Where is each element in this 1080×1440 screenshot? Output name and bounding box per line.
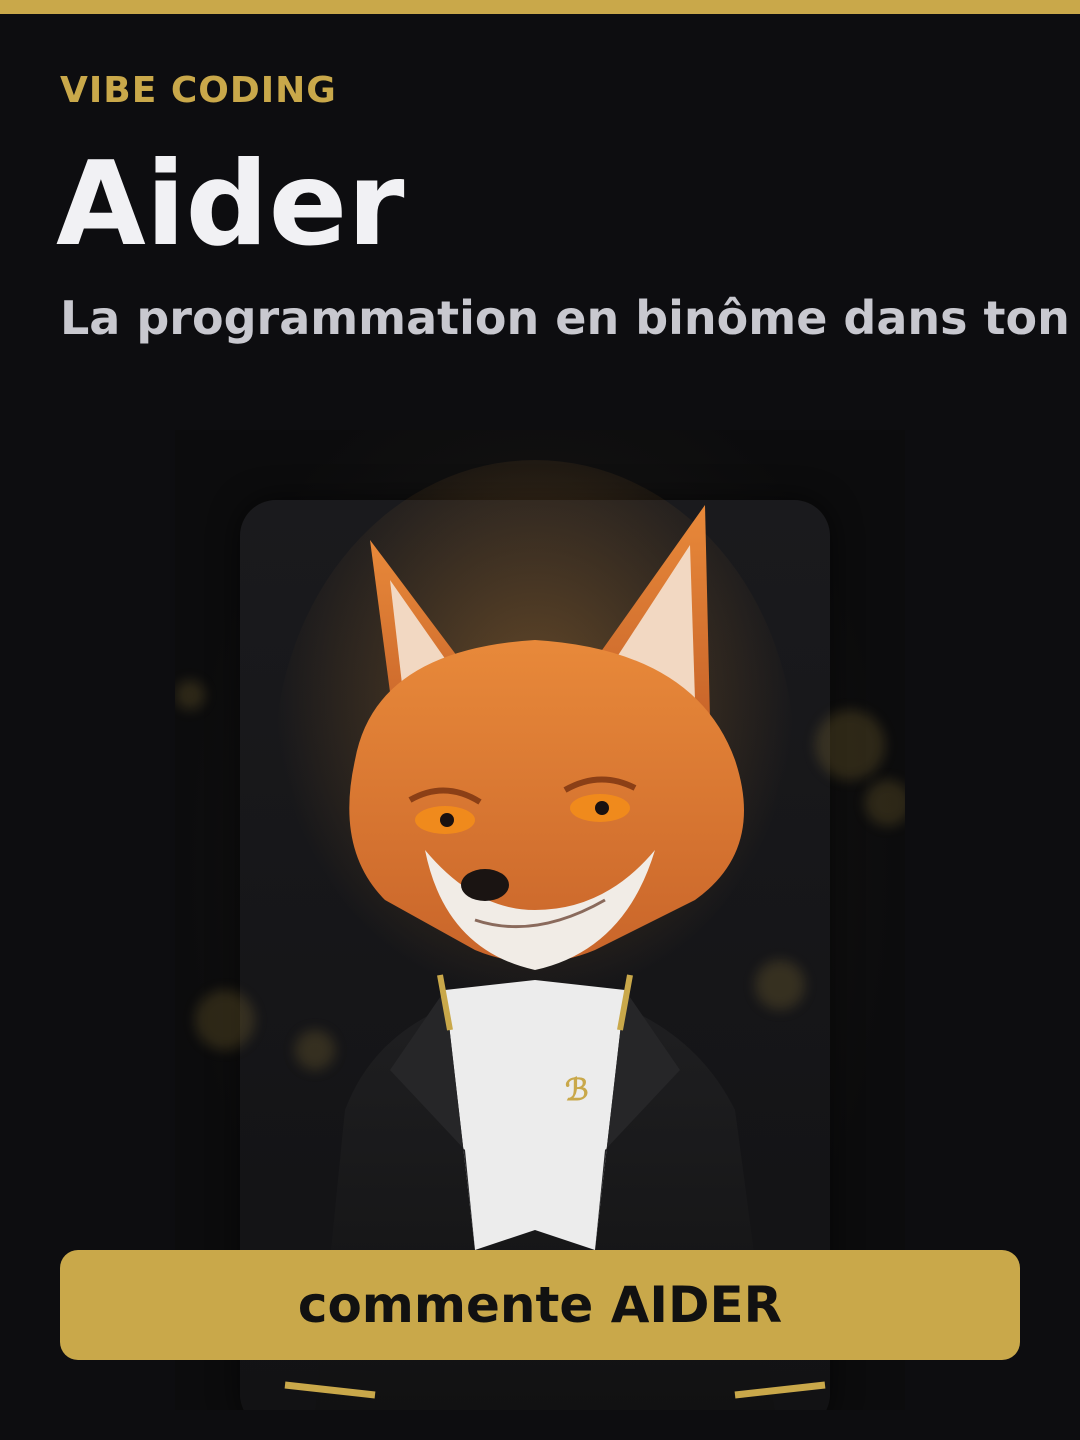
eyebrow-label: VIBE CODING	[60, 70, 337, 111]
cta-label: commente AIDER	[297, 1276, 783, 1334]
top-accent-bar	[0, 0, 1080, 14]
page-subtitle: La programmation en binôme dans ton	[60, 291, 1070, 345]
comment-cta-button[interactable]: commente AIDER	[60, 1250, 1020, 1360]
page-title: Aider	[56, 137, 405, 272]
svg-text:ℬ: ℬ	[565, 1073, 589, 1108]
